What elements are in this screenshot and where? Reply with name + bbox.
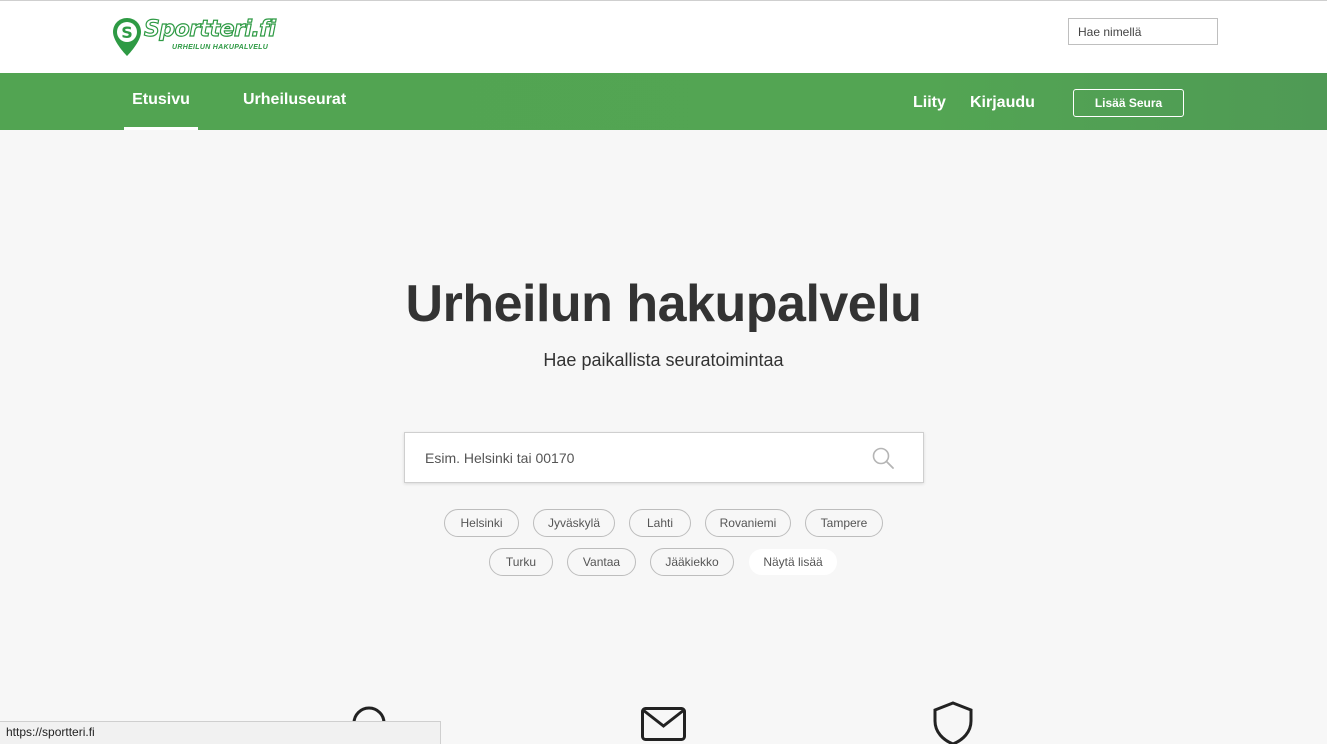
chip-tampere[interactable]: Tampere	[805, 509, 883, 537]
nav-item-urheiluseurat[interactable]: Urheiluseurat	[243, 73, 346, 130]
browser-status-bar: https://sportteri.fi	[0, 721, 441, 744]
join-link[interactable]: Liity	[913, 73, 946, 130]
show-more-button[interactable]: Näytä lisää	[748, 548, 838, 576]
nav-item-etusivu[interactable]: Etusivu	[124, 73, 198, 130]
chip-jaakiekko[interactable]: Jääkiekko	[650, 548, 734, 576]
chip-vantaa[interactable]: Vantaa	[567, 548, 636, 576]
page-subtitle: Hae paikallista seuratoimintaa	[543, 350, 784, 370]
logo-pin-icon: S	[113, 18, 141, 56]
chip-rovaniemi[interactable]: Rovaniemi	[705, 509, 791, 537]
location-search-input[interactable]	[405, 433, 885, 482]
chip-helsinki[interactable]: Helsinki	[444, 509, 519, 537]
site-logo[interactable]: S Sportteri.fi URHEILUN HAKUPALVELU	[112, 16, 276, 59]
chip-jyvaskyla[interactable]: Jyväskylä	[533, 509, 615, 537]
chip-lahti[interactable]: Lahti	[629, 509, 691, 537]
envelope-icon	[641, 707, 686, 741]
page-title: Urheilun hakupalvelu	[405, 275, 922, 333]
login-link[interactable]: Kirjaudu	[970, 73, 1035, 130]
chip-turku[interactable]: Turku	[489, 548, 553, 576]
location-search	[404, 432, 924, 483]
logo-tagline: URHEILUN HAKUPALVELU	[172, 44, 269, 51]
name-search-input[interactable]	[1068, 18, 1218, 45]
top-header: S Sportteri.fi URHEILUN HAKUPALVELU	[0, 0, 1327, 73]
add-club-button[interactable]: Lisää Seura	[1073, 89, 1184, 117]
logo-wordmark: Sportteri.fi	[143, 16, 276, 42]
main-nav: Etusivu Urheiluseurat Liity Kirjaudu Lis…	[0, 73, 1327, 130]
shield-icon	[933, 701, 973, 744]
search-icon[interactable]	[871, 446, 895, 470]
svg-text:S: S	[121, 23, 133, 42]
